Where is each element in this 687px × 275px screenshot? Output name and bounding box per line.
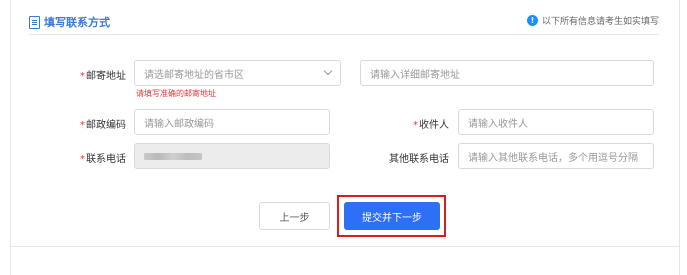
chevron-down-icon: [323, 66, 333, 76]
redacted-phone: [144, 152, 202, 160]
other-phone-input[interactable]: 请输入其他联系电话，多个用逗号分隔: [458, 143, 654, 169]
header-divider: [29, 34, 659, 35]
detail-address-placeholder: 请输入详细邮寄地址: [370, 69, 460, 81]
mail-address-label: *邮寄地址: [80, 71, 126, 82]
other-phone-placeholder: 请输入其他联系电话，多个用逗号分隔: [468, 152, 638, 164]
required-mark: *: [80, 120, 85, 131]
postal-code-placeholder: 请输入邮政编码: [144, 118, 214, 130]
required-mark: *: [80, 154, 85, 165]
submit-next-button[interactable]: 提交并下一步: [344, 202, 440, 230]
required-mark: *: [80, 71, 85, 82]
phone-field: [134, 143, 330, 169]
phone-label: *联系电话: [80, 154, 126, 165]
recipient-input[interactable]: 请输入收件人: [458, 109, 654, 135]
contact-form-panel: 填写联系方式 ! 以下所有信息请考生如实填写 *邮寄地址 请选邮寄地址的省市区 …: [10, 0, 680, 275]
postal-code-label: *邮政编码: [80, 120, 126, 131]
detail-address-input[interactable]: 请输入详细邮寄地址: [360, 60, 654, 86]
bottom-divider: [11, 246, 679, 247]
province-select[interactable]: 请选邮寄地址的省市区: [134, 60, 341, 86]
form-edit-icon: [29, 15, 40, 29]
province-select-placeholder: 请选邮寄地址的省市区: [144, 69, 244, 81]
info-note-text: 以下所有信息请考生如实填写: [541, 17, 659, 27]
info-icon: !: [526, 15, 538, 26]
other-phone-label: 其他联系电话: [389, 154, 449, 165]
section-title: 填写联系方式: [44, 16, 110, 29]
postal-code-input[interactable]: 请输入邮政编码: [134, 109, 330, 135]
info-note: ! 以下所有信息请考生如实填写: [526, 14, 659, 27]
section-header: 填写联系方式: [29, 14, 110, 30]
address-error-text: 请填写准确的邮寄地址: [136, 89, 216, 98]
recipient-label: *收件人: [413, 120, 449, 131]
required-mark: *: [413, 120, 418, 131]
recipient-placeholder: 请输入收件人: [468, 118, 528, 130]
prev-step-button[interactable]: 上一步: [259, 202, 330, 230]
